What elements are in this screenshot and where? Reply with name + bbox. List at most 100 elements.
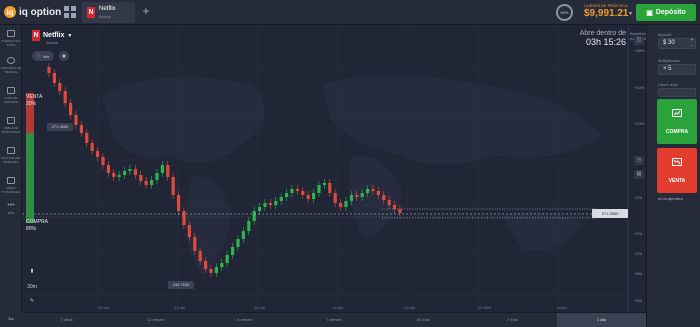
candle-body	[96, 151, 100, 157]
candle-body	[231, 247, 235, 255]
sell-button[interactable]: VENTA	[657, 148, 697, 193]
pencil-icon[interactable]: ✎	[26, 296, 38, 306]
candle-body	[133, 169, 137, 175]
apps-grid-icon[interactable]	[64, 6, 76, 18]
sentiment-sell-label: VENTA	[26, 94, 43, 100]
calendar-icon[interactable]: ▤	[634, 170, 644, 179]
candle-body	[398, 209, 402, 213]
candle-body	[47, 67, 51, 73]
y-tick: +9%	[634, 298, 643, 303]
period-30d[interactable]: 30 días	[379, 313, 468, 327]
candle-body	[204, 261, 208, 269]
trend-down-icon	[672, 158, 682, 166]
candle-body	[90, 143, 94, 151]
y-tick: +5%	[634, 271, 643, 276]
candle-body	[187, 225, 191, 237]
candle-body	[209, 269, 213, 273]
clock-icon[interactable]: ◷	[634, 156, 644, 165]
sidebar-item-more[interactable]: ••• MÁS	[0, 202, 22, 215]
swap-icon[interactable]: ⇋	[0, 312, 22, 327]
candle-body	[322, 183, 326, 185]
candle-body	[106, 165, 110, 173]
sidebar-item-leaderboard[interactable]: TABLA DE POSICIONES	[0, 117, 22, 134]
candle-body	[85, 133, 89, 143]
period-6m[interactable]: 6 meses	[200, 313, 289, 327]
candle-body	[285, 193, 289, 197]
candle-body	[236, 239, 240, 247]
candle-body	[290, 189, 294, 193]
chart-area[interactable]: +18% +14% +10% +5% +1% +1% +1% +5% +9% 2…	[22, 25, 646, 312]
progress-circle[interactable]: 60%	[556, 4, 573, 21]
candle-body	[101, 157, 105, 165]
x-tick: 25 abr	[98, 305, 110, 310]
sidebar-item-chat[interactable]: CHAT DE SOPORTE	[0, 87, 22, 104]
candle-body	[252, 211, 256, 221]
asset-name: Netflix	[43, 32, 65, 39]
left-sidebar: PORTAFOLIO TOTAL HISTORIAL DE TRADING CH…	[0, 25, 22, 327]
candle-body	[69, 103, 73, 115]
sidebar-item-video[interactable]: VIDEO TUTORIALES	[0, 177, 22, 194]
newspaper-icon	[7, 147, 15, 154]
auto-close-input[interactable]	[658, 88, 696, 97]
candle-body	[393, 205, 397, 209]
deposit-button[interactable]: ▣ Depósito	[636, 4, 696, 21]
multiplier-input[interactable]: × 5	[658, 64, 696, 75]
candle-body	[128, 169, 132, 171]
sidebar-item-label: MÁS	[7, 211, 15, 215]
candle-body	[58, 83, 62, 91]
candle-body	[247, 221, 251, 231]
candle-body	[225, 255, 229, 263]
candle-body	[274, 201, 278, 205]
tool-icon[interactable]: ◫	[634, 36, 644, 45]
candle-body	[160, 165, 164, 173]
candle-body	[355, 195, 359, 197]
period-2y[interactable]: 2 años	[22, 313, 111, 327]
chart-type-icon[interactable]: ▮	[26, 266, 38, 276]
candle-body	[268, 203, 272, 205]
asset-tab-netflix[interactable]: N Netflix Acción	[82, 2, 135, 23]
x-tick: 08 abr	[254, 305, 266, 310]
sidebar-item-market-analysis[interactable]: ANÁLISIS DEL MERCADO	[0, 147, 22, 164]
candle-body	[214, 267, 218, 273]
play-icon	[7, 177, 15, 184]
candle-body	[312, 193, 316, 199]
expiry-label: Abre dentro de	[579, 30, 626, 37]
sidebar-item-label: CHAT DE SOPORTE	[3, 96, 19, 104]
expiry-timer: Abre dentro de 03h 15:26	[576, 30, 626, 47]
add-tab-button[interactable]: +	[139, 4, 153, 18]
low-price-tag: 246.7630	[168, 281, 194, 289]
logo[interactable]: iq iq option	[4, 6, 61, 18]
candle-body	[339, 203, 343, 207]
y-tick: +14%	[634, 85, 645, 90]
x-tick: 02 ABR	[478, 305, 492, 310]
candle-body	[182, 211, 186, 225]
period-7d[interactable]: 7 días	[468, 313, 557, 327]
top-bar: iq iq option N Netflix Acción + 60% CUEN…	[0, 0, 700, 25]
favorite-star-icon[interactable]: ★	[59, 51, 69, 61]
decrease-icon[interactable]: −	[688, 44, 696, 49]
sentiment-buy-pct: 80%	[26, 226, 37, 232]
chevron-down-icon[interactable]: ▼	[628, 11, 633, 17]
sidebar-item-portfolio[interactable]: PORTAFOLIO TOTAL	[0, 30, 22, 47]
expiry-time: 03h 15:26	[585, 37, 626, 47]
sidebar-item-label: VIDEO TUTORIALES	[1, 186, 21, 194]
sentiment-sell-pct: 20%	[26, 101, 37, 107]
candle-body	[263, 203, 267, 207]
y-tick: +10%	[634, 121, 645, 126]
sidebar-item-history[interactable]: HISTORIAL DE TRADING	[0, 57, 22, 74]
period-1d[interactable]: 1 día	[556, 313, 646, 327]
x-tick: 22 abr	[404, 305, 416, 310]
period-3m[interactable]: 3 meses	[289, 313, 378, 327]
netflix-logo-icon: N	[87, 7, 95, 18]
period-12m[interactable]: 12 meses	[111, 313, 200, 327]
price-chart[interactable]	[22, 25, 646, 312]
info-button[interactable]: ⓘ Info	[32, 51, 54, 61]
candle-body	[171, 177, 175, 195]
account-balance[interactable]: CUENTA DE PRÁCTICA $9,991.21	[584, 3, 629, 19]
asset-type: Acción	[46, 40, 59, 45]
tab-asset-type: Acción	[99, 14, 112, 19]
buy-button[interactable]: COMPRA	[657, 99, 697, 144]
candle-body	[366, 189, 370, 193]
y-tick: +18%	[634, 48, 645, 53]
timeframe-button[interactable]: 30m	[26, 282, 38, 292]
